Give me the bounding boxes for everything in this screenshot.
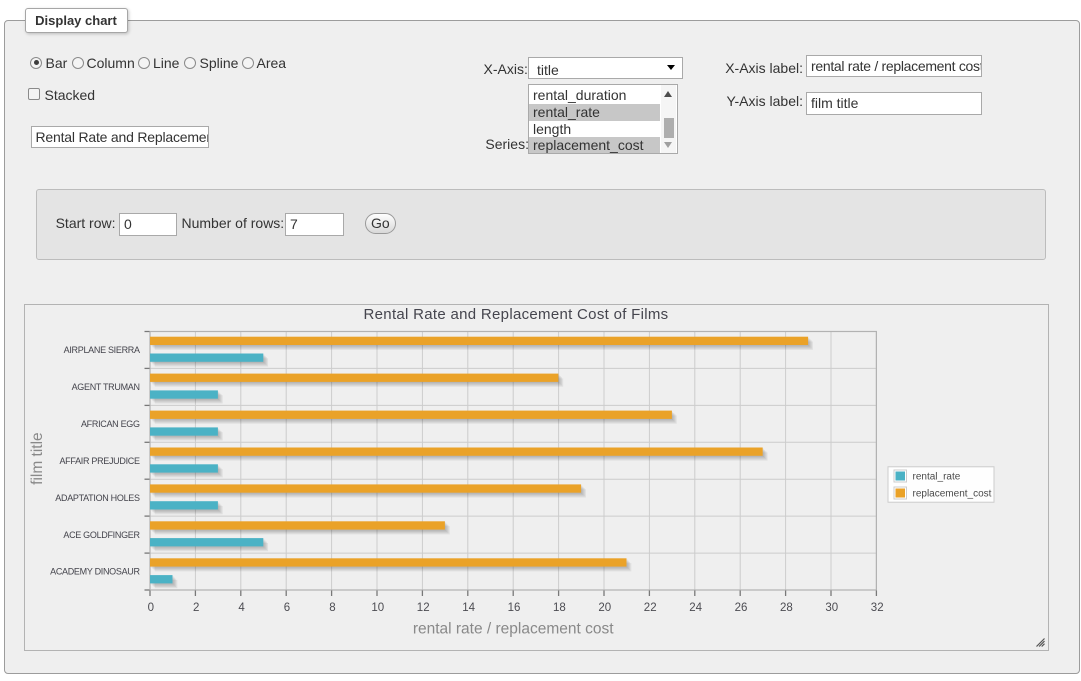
svg-text:12: 12 [417, 602, 430, 614]
svg-text:rental_rate: rental_rate [913, 472, 961, 483]
svg-text:0: 0 [148, 602, 154, 614]
svg-text:32: 32 [871, 602, 884, 614]
svg-text:AFRICAN EGG: AFRICAN EGG [81, 419, 140, 429]
svg-text:ADAPTATION HOLES: ADAPTATION HOLES [55, 493, 140, 503]
svg-text:24: 24 [689, 602, 702, 614]
svg-text:film title: film title [29, 432, 46, 485]
svg-text:14: 14 [462, 602, 475, 614]
svg-text:20: 20 [598, 602, 611, 614]
svg-text:22: 22 [644, 602, 657, 614]
svg-text:30: 30 [825, 602, 838, 614]
svg-text:rental rate / replacement cost: rental rate / replacement cost [413, 621, 614, 638]
svg-text:ACE GOLDFINGER: ACE GOLDFINGER [63, 530, 140, 540]
svg-text:2: 2 [193, 602, 199, 614]
svg-text:4: 4 [238, 602, 245, 614]
svg-text:replacement_cost: replacement_cost [913, 489, 992, 500]
svg-text:10: 10 [371, 602, 384, 614]
svg-text:ACADEMY DINOSAUR: ACADEMY DINOSAUR [50, 567, 140, 577]
svg-text:16: 16 [508, 602, 521, 614]
svg-text:18: 18 [553, 602, 566, 614]
svg-text:AFFAIR PREJUDICE: AFFAIR PREJUDICE [59, 456, 140, 466]
svg-text:6: 6 [284, 602, 290, 614]
svg-text:AGENT TRUMAN: AGENT TRUMAN [72, 382, 140, 392]
svg-text:AIRPLANE SIERRA: AIRPLANE SIERRA [64, 345, 140, 355]
svg-text:26: 26 [735, 602, 748, 614]
svg-text:Rental Rate and Replacement Co: Rental Rate and Replacement Cost of Film… [364, 306, 669, 323]
svg-text:28: 28 [780, 602, 793, 614]
svg-text:8: 8 [329, 602, 335, 614]
